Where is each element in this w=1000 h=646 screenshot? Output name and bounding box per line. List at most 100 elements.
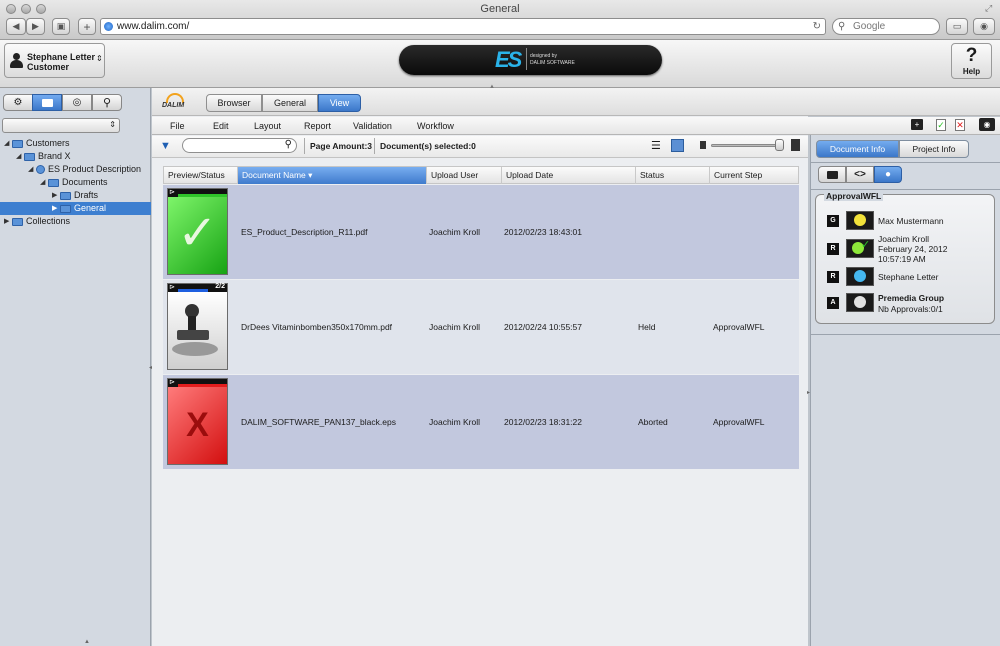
user-menu[interactable]: Stephane Letter Customer ⇕ [4, 43, 105, 78]
back-button[interactable]: ◀ [6, 18, 26, 35]
table-row[interactable]: ⊳ X DALIM_SOFTWARE_PAN137_black.eps Joac… [163, 375, 799, 469]
project-icon [36, 165, 45, 174]
users-button[interactable]: ● [874, 166, 902, 183]
tree-item-drafts[interactable]: ▶ Drafts [0, 189, 151, 202]
globe-icon [104, 22, 113, 31]
document-status: Held [638, 322, 656, 332]
folder-info-button[interactable] [818, 166, 846, 183]
eye-icon: ◎ [72, 97, 82, 108]
column-document-name[interactable]: Document Name ▾ [238, 167, 427, 184]
code-view-button[interactable]: <> [846, 166, 874, 183]
zoom-slider-track[interactable] [711, 144, 784, 147]
thumbnail-status-bar: ⊳ 2/2 [168, 283, 227, 292]
menu-workflow[interactable]: Workflow [417, 121, 454, 131]
tree-item-general[interactable]: ▶ General [0, 202, 151, 215]
column-upload-user[interactable]: Upload User [427, 167, 502, 184]
tree-item-brand-x[interactable]: ◢ Brand X [0, 150, 151, 163]
thumbnail-status-bar: ⊳ [168, 189, 227, 197]
folder-add-icon[interactable]: + [911, 119, 923, 130]
tab-project-info[interactable]: Project Info [899, 140, 969, 158]
thumbnail-view-icon[interactable] [671, 139, 684, 152]
view-tab[interactable]: ◎ [62, 94, 92, 111]
folder-tree: ◢ Customers ◢ Brand X ◢ ES Product Descript… [0, 137, 151, 228]
zoom-slider-thumb[interactable] [775, 139, 784, 151]
folder-icon [41, 98, 53, 107]
filter-funnel-icon[interactable]: ▼ [160, 140, 171, 152]
tools-tab[interactable]: ⚙ [3, 94, 33, 111]
step-type-badge: R [827, 243, 839, 255]
menu-report[interactable]: Report [304, 121, 331, 131]
document-name[interactable]: DrDees Vitaminbomben350x170mm.pdf [241, 322, 392, 332]
select-arrows-icon: ⇕ [109, 120, 116, 129]
help-icon: ? [965, 45, 978, 66]
list-view-icon[interactable]: ☰ [651, 139, 661, 152]
expanded-triangle-icon: ◢ [16, 153, 22, 160]
folders-tab[interactable] [32, 94, 62, 111]
left-bottom-grip-icon[interactable]: ▲ [84, 639, 90, 645]
sort-descending-icon: ▾ [308, 170, 313, 180]
approval-count: Nb Approvals:0/1 [878, 304, 943, 314]
menu-edit[interactable]: Edit [213, 121, 229, 131]
document-filter-input[interactable]: ⚲ [182, 138, 297, 153]
checkmark-icon: ✓ [177, 207, 218, 260]
document-thumbnail[interactable]: ⊳ ✓ [167, 188, 228, 275]
approve-document-icon[interactable]: ✓ [936, 119, 946, 131]
tab-document-info[interactable]: Document Info [816, 140, 899, 158]
user-role: Customer [27, 62, 70, 72]
column-upload-date[interactable]: Upload Date [502, 167, 636, 184]
menu-validation[interactable]: Validation [353, 121, 392, 131]
column-status[interactable]: Status [636, 167, 710, 184]
tree-item-collections[interactable]: ▶ Collections [0, 215, 151, 228]
fullscreen-icon[interactable]: ⤢ [985, 3, 992, 14]
logo-designed-by: designed by [530, 53, 557, 59]
mode-general[interactable]: General [262, 94, 318, 112]
sidebar-toggle-button[interactable]: ▣ [52, 18, 70, 35]
table-row[interactable]: ⊳ ✓ ES_Product_Description_R11.pdf Joach… [163, 185, 799, 279]
tree-item-documents[interactable]: ◢ Documents [0, 176, 151, 189]
group-avatar-icon[interactable] [846, 293, 874, 312]
user-icon: ● [884, 169, 892, 180]
tree-item-customers[interactable]: ◢ Customers [0, 137, 151, 150]
dropdown-arrows-icon: ⇕ [96, 54, 103, 63]
column-current-step[interactable]: Current Step [710, 167, 800, 184]
step-type-badge: A [827, 297, 839, 309]
approved-avatar-icon[interactable]: ✓ [846, 239, 874, 258]
plus-icon: + [83, 19, 91, 34]
table-row[interactable]: ⊳ 2/2 DrDees Vitaminbomben350x170mm.pdf J… [163, 280, 799, 374]
reviewer-avatar-icon[interactable] [846, 267, 874, 286]
forward-button[interactable]: ▶ [26, 18, 45, 35]
upload-user: Joachim Kroll [429, 417, 481, 427]
step-type-badge: G [827, 215, 839, 227]
reload-icon[interactable]: ↻ [813, 19, 821, 34]
pending-avatar-icon[interactable] [846, 211, 874, 230]
documents-selected: Document(s) selected:0 [380, 141, 476, 151]
menu-layout[interactable]: Layout [254, 121, 281, 131]
preview-eye-icon[interactable]: ◉ [979, 118, 995, 131]
mode-browser[interactable]: Browser [206, 94, 262, 112]
downloads-button[interactable]: ◉ [973, 18, 995, 35]
reject-document-icon[interactable]: ✕ [955, 119, 965, 131]
sidebar-view-button[interactable]: ▭ [946, 18, 968, 35]
document-thumbnail[interactable]: ⊳ 2/2 [167, 283, 228, 370]
web-search-input[interactable]: ⚲ Google [832, 18, 940, 35]
mode-view[interactable]: View [318, 94, 361, 112]
expanded-triangle-icon: ◢ [4, 140, 10, 147]
book-icon: ▣ [56, 21, 66, 31]
expanded-triangle-icon: ◢ [28, 166, 34, 173]
document-name[interactable]: DALIM_SOFTWARE_PAN137_black.eps [241, 417, 396, 427]
new-tab-button[interactable]: + [78, 18, 96, 35]
document-thumbnail[interactable]: ⊳ X [167, 378, 228, 465]
document-name[interactable]: ES_Product_Description_R11.pdf [241, 227, 367, 237]
menu-file[interactable]: File [170, 121, 185, 131]
thumbnail-status-bar: ⊳ [168, 379, 227, 387]
tree-item-es-product-description[interactable]: ◢ ES Product Description [0, 163, 151, 176]
search-tab[interactable]: ⚲ [92, 94, 122, 111]
column-preview-status[interactable]: Preview/Status [164, 167, 238, 184]
expanded-triangle-icon: ◢ [40, 179, 46, 186]
project-filter-select[interactable]: ⇕ [2, 118, 120, 133]
step-date: February 24, 2012 [878, 244, 948, 254]
current-step: ApprovalWFL [713, 417, 765, 427]
filter-search-icon: ⚲ [284, 139, 292, 150]
help-button[interactable]: ? Help [951, 43, 992, 79]
url-bar[interactable]: www.dalim.com/ ↻ [100, 18, 826, 35]
